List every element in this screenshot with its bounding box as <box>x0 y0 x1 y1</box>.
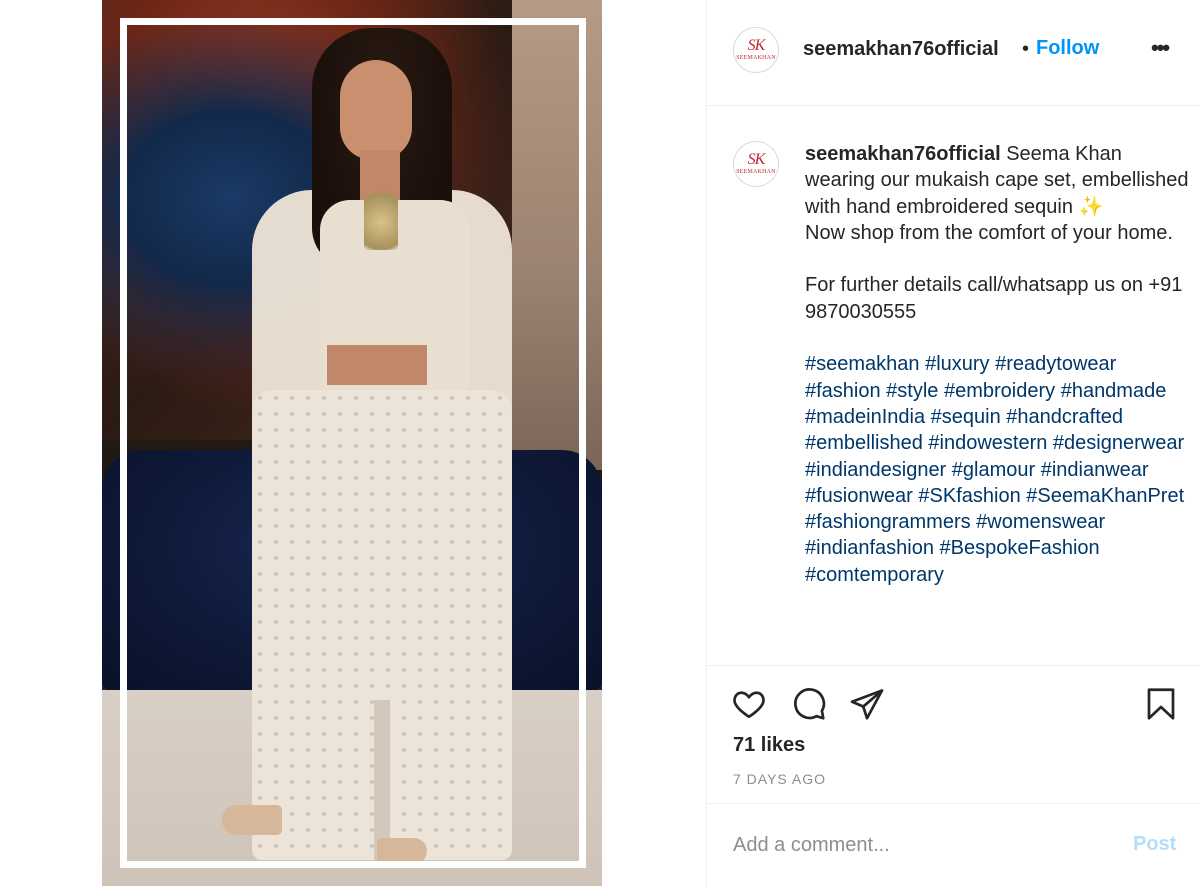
avatar[interactable]: SK SEEMAKHAN <box>733 141 779 187</box>
bookmark-icon <box>1147 688 1175 720</box>
avatar-brand: SEEMAKHAN <box>736 169 776 175</box>
share-icon <box>850 689 884 720</box>
comment-input[interactable] <box>733 830 1123 860</box>
caption-hashtags[interactable]: #seemakhan #luxury #readytowear #fashion… <box>805 351 1197 588</box>
post-sidebar: SK SEEMAKHAN seemakhan76official • Follo… <box>706 0 1200 886</box>
caption-section: SK SEEMAKHAN seemakhan76official Seema K… <box>707 107 1200 665</box>
post-media[interactable] <box>0 0 706 886</box>
caption-username-link[interactable]: seemakhan76official <box>805 143 1001 165</box>
more-options-icon[interactable]: ••• <box>1151 35 1170 61</box>
likes-count[interactable]: 71 likes <box>733 734 805 757</box>
separator-dot: • <box>1022 38 1030 60</box>
post-caption: seemakhan76official Seema Khan wearing o… <box>805 141 1197 588</box>
heart-icon <box>733 691 765 719</box>
post-timestamp[interactable]: 7 DAYS AGO <box>733 771 826 787</box>
follow-button[interactable]: Follow <box>1036 37 1099 60</box>
photo-white-frame <box>120 18 586 868</box>
caption-text: For further details call/whatsapp us on … <box>805 274 1183 323</box>
caption-text: Now shop from the comfort of your home. <box>805 221 1173 244</box>
comment-button[interactable] <box>789 684 829 724</box>
post-photo[interactable] <box>102 0 602 886</box>
post-comment-button[interactable]: Post <box>1133 833 1176 856</box>
save-button[interactable] <box>1141 684 1181 724</box>
avatar-brand: SEEMAKHAN <box>736 55 776 61</box>
share-button[interactable] <box>847 684 887 724</box>
post-actions: 71 likes 7 DAYS AGO <box>707 665 1200 803</box>
like-button[interactable] <box>729 684 769 724</box>
avatar[interactable]: SK SEEMAKHAN <box>733 27 779 73</box>
post-header: SK SEEMAKHAN seemakhan76official • Follo… <box>707 0 1200 106</box>
post-username-link[interactable]: seemakhan76official <box>803 38 999 61</box>
comment-icon <box>794 688 826 720</box>
comment-bar: Post <box>707 803 1200 886</box>
avatar-monogram: SK <box>747 151 766 168</box>
avatar-monogram: SK <box>747 37 766 54</box>
